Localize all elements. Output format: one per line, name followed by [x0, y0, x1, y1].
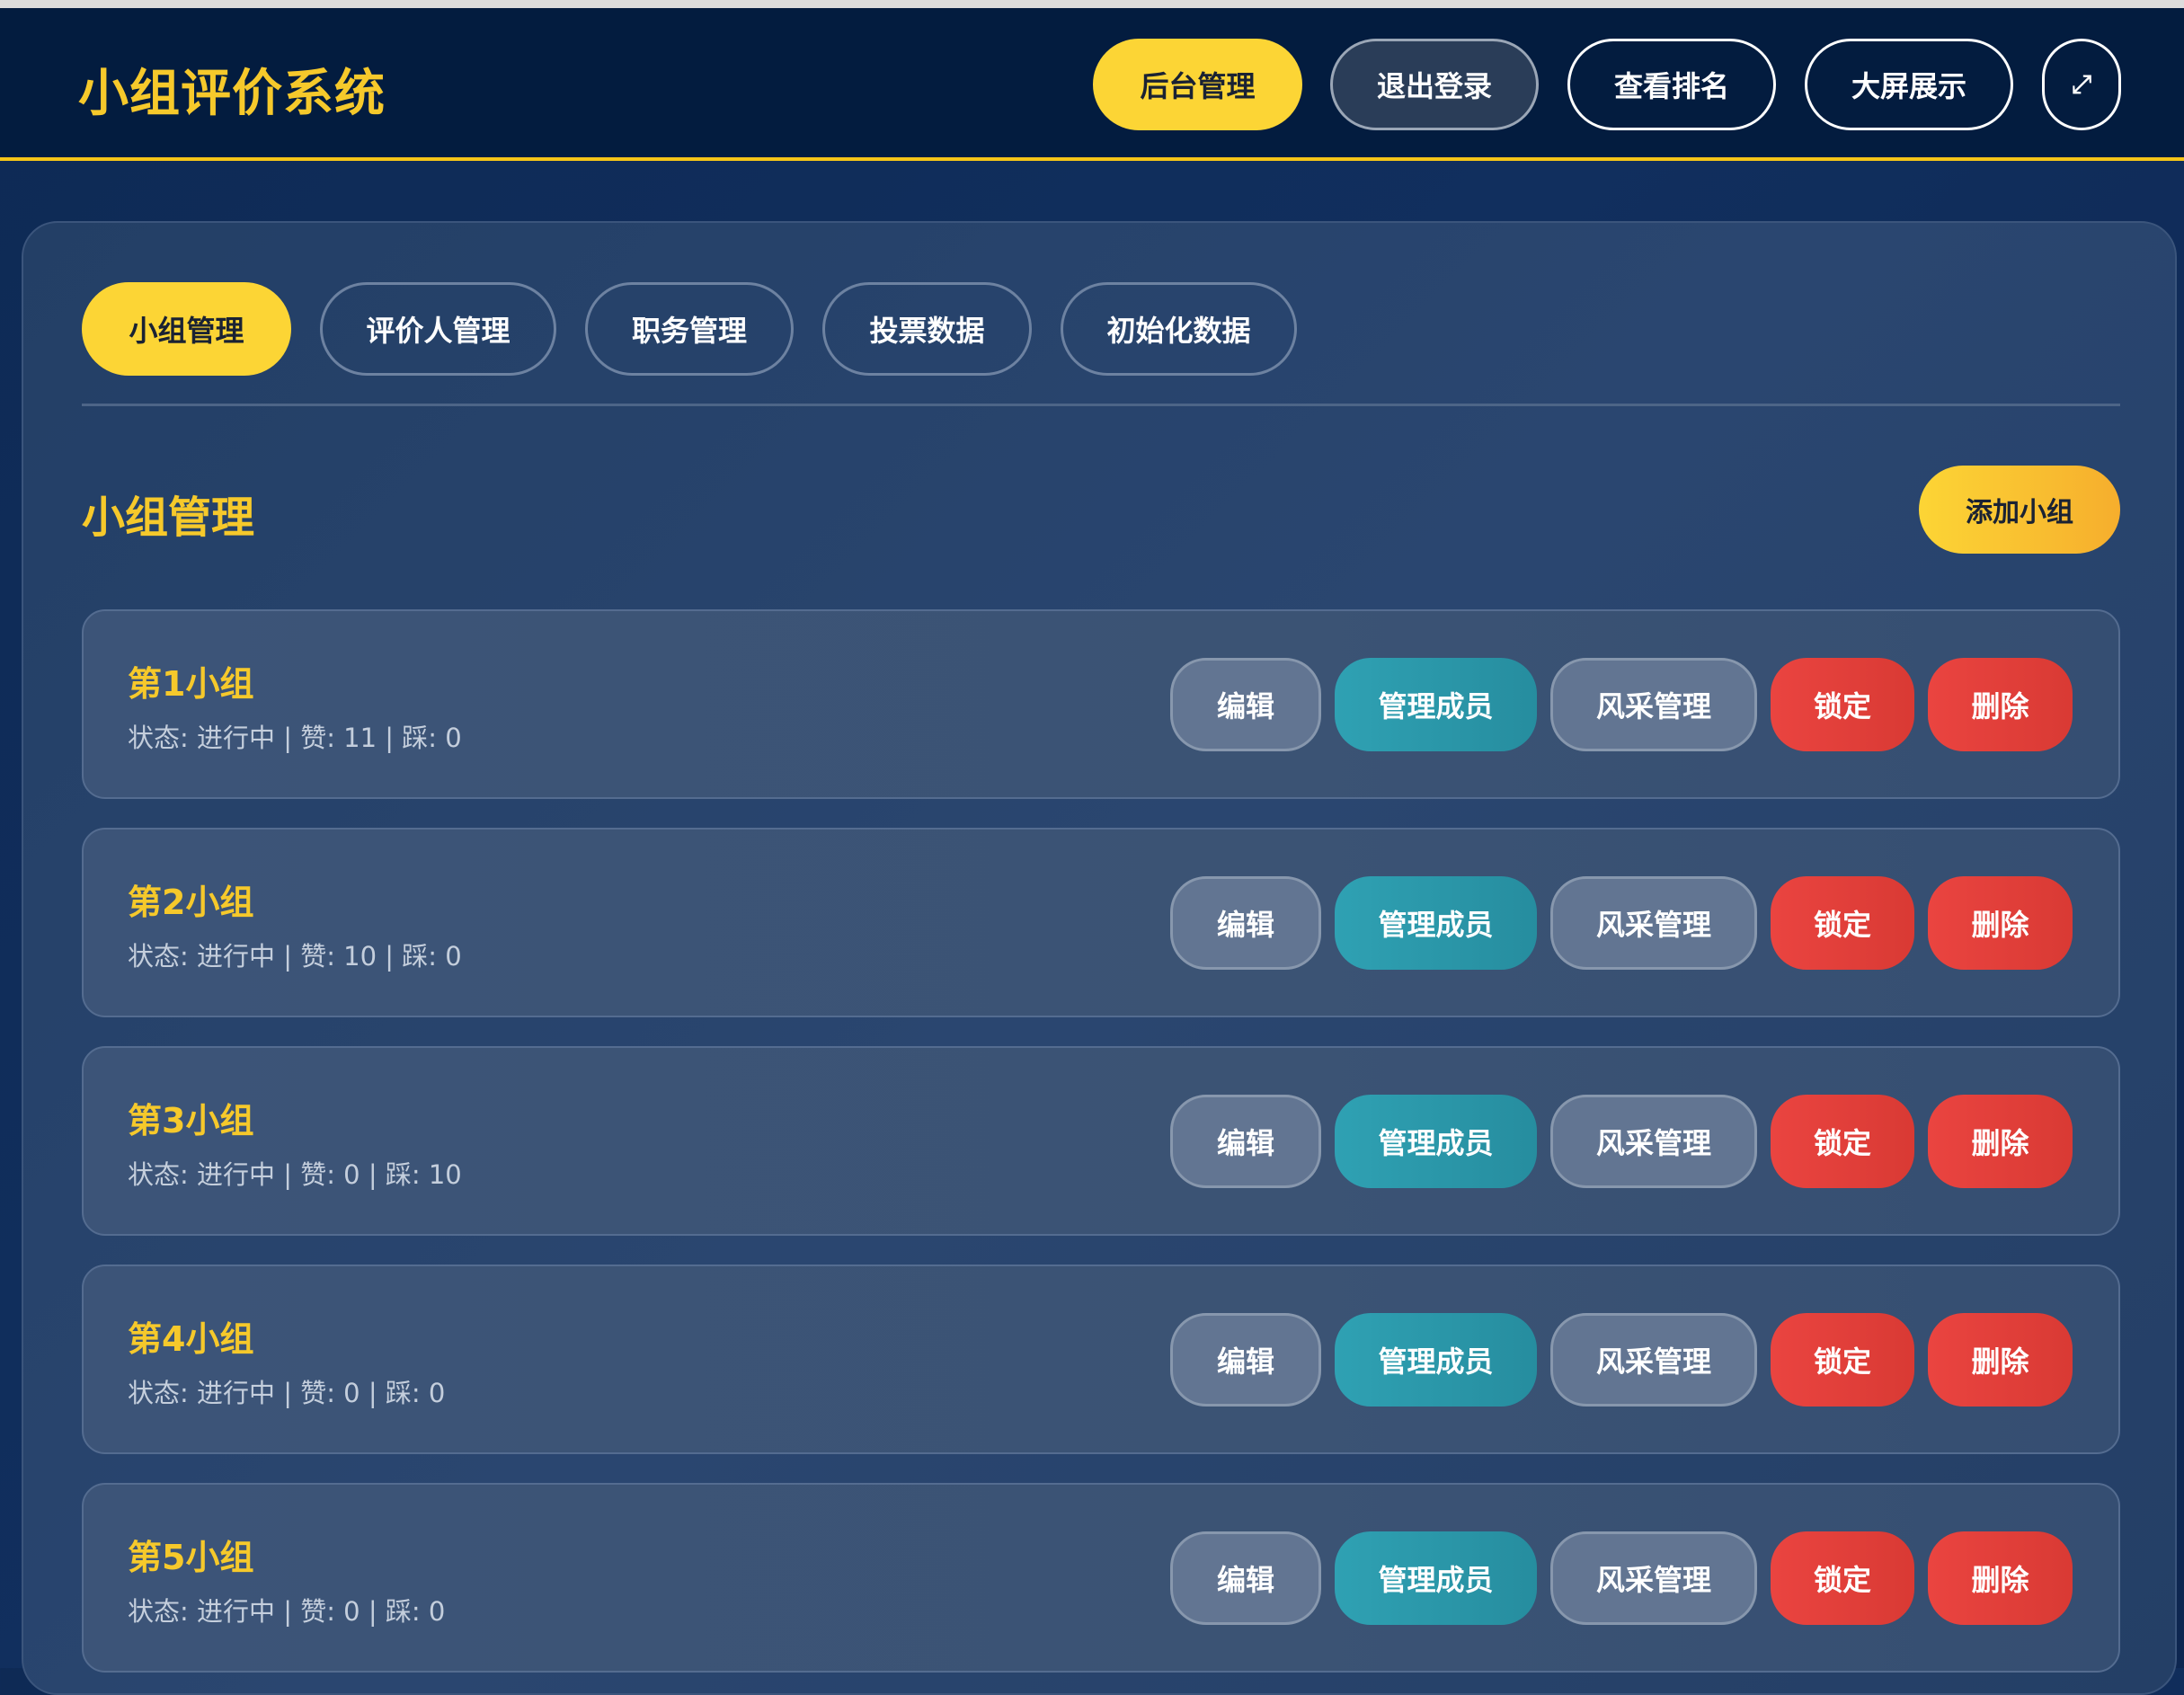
group-row: 第3小组 状态: 进行中 | 赞: 0 | 踩: 10 编辑 管理成员 风采管理… — [82, 1046, 2120, 1236]
group-name: 第3小组 — [128, 1101, 254, 1140]
manage-members-button[interactable]: 管理成员 — [1335, 1313, 1537, 1407]
group-row: 第4小组 状态: 进行中 | 赞: 0 | 踩: 0 编辑 管理成员 风采管理 … — [82, 1265, 2120, 1454]
group-name: 第5小组 — [128, 1538, 254, 1577]
manage-members-button[interactable]: 管理成员 — [1335, 876, 1537, 970]
fullscreen-icon[interactable]: ⤢ — [2042, 39, 2121, 130]
group-name: 第2小组 — [128, 883, 254, 922]
tab-position-management[interactable]: 职务管理 — [585, 282, 794, 376]
add-group-button[interactable]: 添加小组 — [1919, 466, 2120, 554]
group-status: 状态: 进行中 | 赞: 10 | 踩: 0 — [128, 941, 462, 972]
logout-button[interactable]: 退出登录 — [1330, 39, 1539, 130]
edit-button[interactable]: 编辑 — [1170, 1531, 1321, 1625]
delete-button[interactable]: 删除 — [1928, 1313, 2073, 1407]
delete-button[interactable]: 删除 — [1928, 658, 2073, 751]
manage-members-button[interactable]: 管理成员 — [1335, 1531, 1537, 1625]
ranking-button[interactable]: 查看排名 — [1567, 39, 1776, 130]
edit-button[interactable]: 编辑 — [1170, 1313, 1321, 1407]
bigscreen-button[interactable]: 大屏展示 — [1805, 39, 2013, 130]
lock-button[interactable]: 锁定 — [1771, 658, 1914, 751]
lock-button[interactable]: 锁定 — [1771, 1095, 1914, 1188]
lock-button[interactable]: 锁定 — [1771, 1313, 1914, 1407]
group-row: 第2小组 状态: 进行中 | 赞: 10 | 踩: 0 编辑 管理成员 风采管理… — [82, 828, 2120, 1017]
group-status: 状态: 进行中 | 赞: 11 | 踩: 0 — [128, 723, 462, 753]
group-status: 状态: 进行中 | 赞: 0 | 踩: 0 — [128, 1596, 446, 1627]
app-title: 小组评价系统 — [78, 65, 386, 123]
delete-button[interactable]: 删除 — [1928, 876, 2073, 970]
style-management-button[interactable]: 风采管理 — [1550, 658, 1757, 751]
edit-button[interactable]: 编辑 — [1170, 658, 1321, 751]
tab-vote-data[interactable]: 投票数据 — [822, 282, 1032, 376]
lock-button[interactable]: 锁定 — [1771, 1531, 1914, 1625]
tab-init-data[interactable]: 初始化数据 — [1061, 282, 1297, 376]
section-title: 小组管理 — [82, 493, 255, 543]
tab-divider — [82, 404, 2120, 406]
edit-button[interactable]: 编辑 — [1170, 1095, 1321, 1188]
admin-panel: 小组管理 评价人管理 职务管理 投票数据 初始化数据 小组管理 添加小组 第1小… — [22, 221, 2177, 1695]
group-row: 第1小组 状态: 进行中 | 赞: 11 | 踩: 0 编辑 管理成员 风采管理… — [82, 609, 2120, 799]
edit-button[interactable]: 编辑 — [1170, 876, 1321, 970]
group-name: 第4小组 — [128, 1319, 254, 1359]
group-status: 状态: 进行中 | 赞: 0 | 踩: 10 — [128, 1159, 462, 1190]
tab-evaluator-management[interactable]: 评价人管理 — [320, 282, 556, 376]
tab-group-management[interactable]: 小组管理 — [82, 282, 291, 376]
style-management-button[interactable]: 风采管理 — [1550, 1313, 1757, 1407]
lock-button[interactable]: 锁定 — [1771, 876, 1914, 970]
group-status: 状态: 进行中 | 赞: 0 | 踩: 0 — [128, 1378, 446, 1408]
app-header: 小组评价系统 后台管理 退出登录 查看排名 大屏展示 ⤢ — [0, 8, 2184, 161]
delete-button[interactable]: 删除 — [1928, 1531, 2073, 1625]
browser-top-edge — [0, 0, 2184, 8]
style-management-button[interactable]: 风采管理 — [1550, 1095, 1757, 1188]
group-row: 第5小组 状态: 进行中 | 赞: 0 | 踩: 0 编辑 管理成员 风采管理 … — [82, 1483, 2120, 1673]
admin-button[interactable]: 后台管理 — [1093, 39, 1302, 130]
manage-members-button[interactable]: 管理成员 — [1335, 658, 1537, 751]
style-management-button[interactable]: 风采管理 — [1550, 876, 1757, 970]
group-name: 第1小组 — [128, 664, 254, 704]
delete-button[interactable]: 删除 — [1928, 1095, 2073, 1188]
style-management-button[interactable]: 风采管理 — [1550, 1531, 1757, 1625]
manage-members-button[interactable]: 管理成员 — [1335, 1095, 1537, 1188]
